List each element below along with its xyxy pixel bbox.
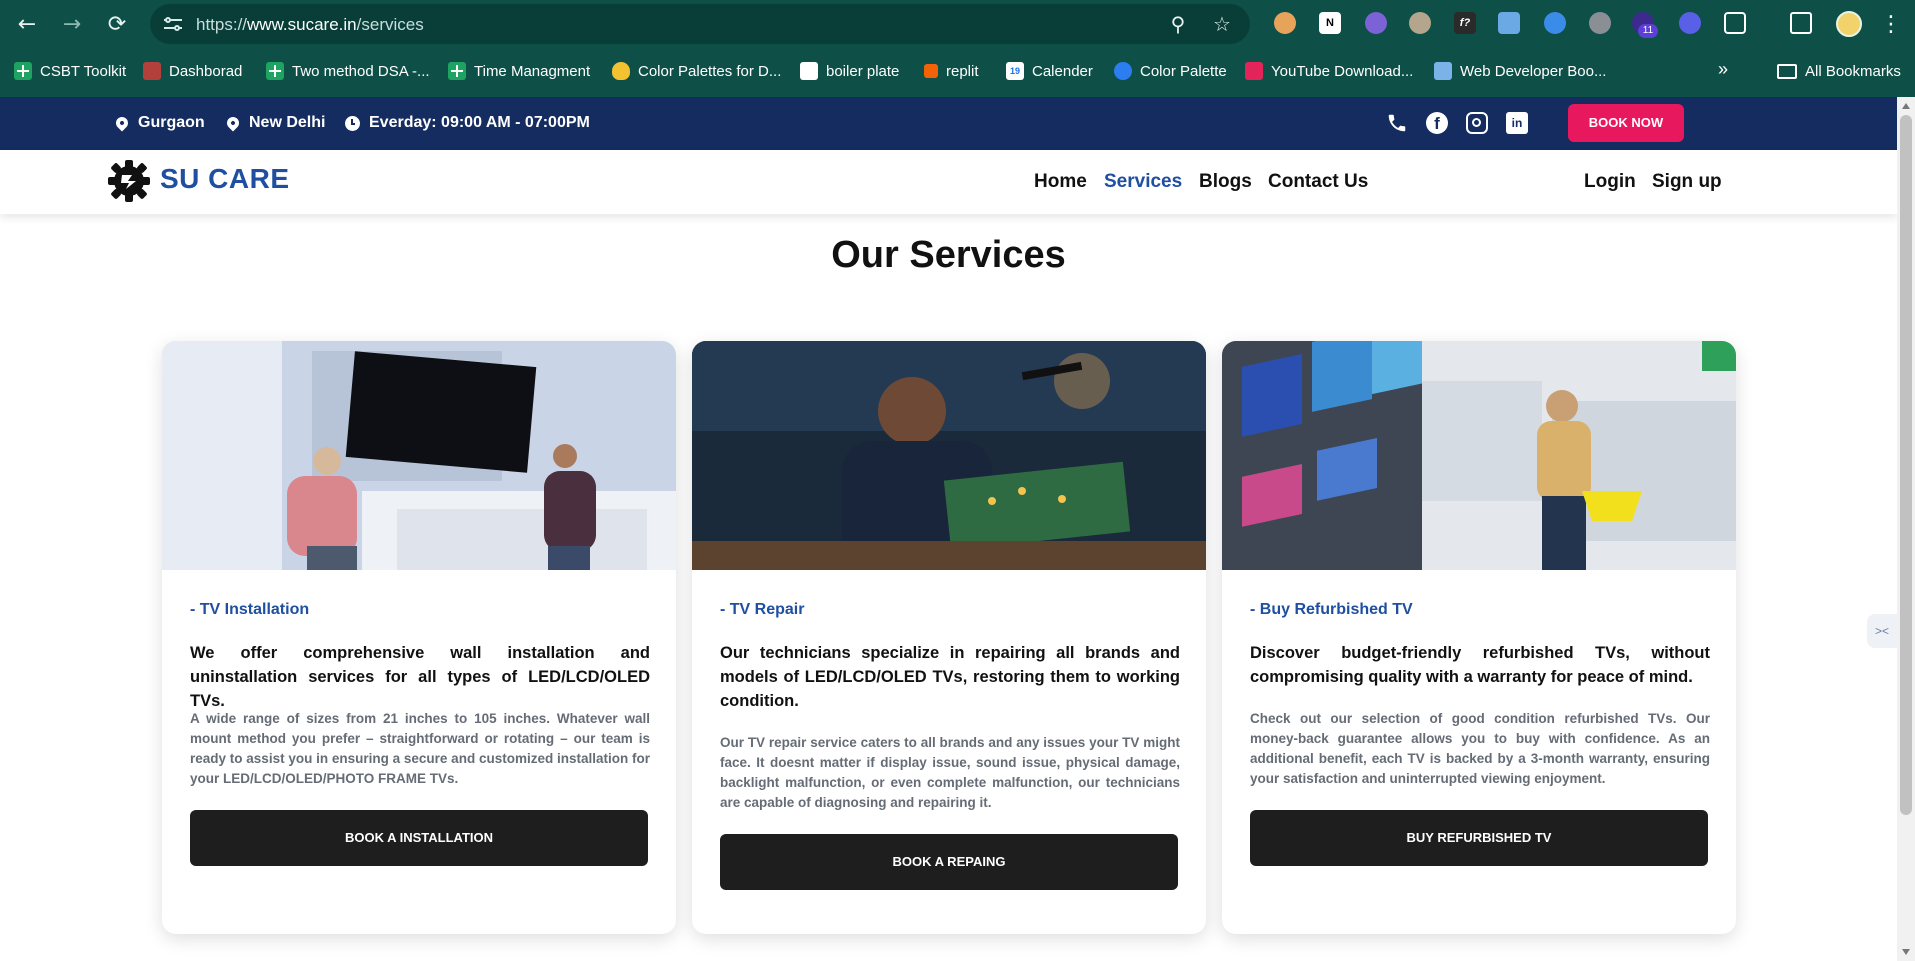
color-icon	[1114, 62, 1132, 80]
location-new-delhi: New Delhi	[224, 114, 325, 132]
bookmark-item[interactable]: replit	[924, 60, 979, 82]
login-link[interactable]: Login	[1584, 171, 1636, 193]
service-headline: Discover budget-friendly refurbished TVs…	[1250, 644, 1710, 686]
brand-name[interactable]: SU CARE	[160, 163, 290, 195]
tv-installation-image	[162, 341, 676, 570]
bookmarks-bar: CSBT Toolkit Dashborad Two method DSA -.…	[0, 50, 1915, 90]
service-headline: We offer comprehensive wall installation…	[190, 644, 650, 710]
bookmark-item[interactable]: Color Palette	[1114, 60, 1227, 82]
tv-repair-image	[692, 341, 1206, 570]
linkedin-icon[interactable]: in	[1506, 112, 1528, 134]
folder-icon	[1777, 63, 1797, 79]
address-row: ← → ⟳ https://www.sucare.in/services ⚲ ☆…	[0, 0, 1915, 48]
location-pin-icon	[113, 114, 131, 132]
extension-compass-icon[interactable]	[1544, 12, 1566, 34]
laptop-icon	[1434, 62, 1452, 80]
palette-icon	[612, 62, 630, 80]
bookmark-item[interactable]: boiler plate	[800, 60, 899, 82]
extension-owl-icon[interactable]	[1274, 12, 1296, 34]
sheets-icon	[14, 62, 32, 80]
sheets-icon	[448, 62, 466, 80]
bookmark-item[interactable]: YouTube Download...	[1245, 60, 1413, 82]
profile-avatar[interactable]	[1836, 11, 1862, 37]
nav-home[interactable]: Home	[1034, 171, 1087, 193]
fx-extension-icon[interactable]: f?	[1454, 12, 1476, 34]
app-icon	[143, 62, 161, 80]
floating-widget-icon[interactable]: ><	[1867, 614, 1897, 648]
browser-toolbar: ← → ⟳ https://www.sucare.in/services ⚲ ☆…	[0, 0, 1915, 97]
zoom-icon[interactable]: ⚲	[1166, 12, 1190, 36]
bookmark-item[interactable]: Dashborad	[143, 60, 242, 82]
clock-icon	[345, 115, 360, 131]
bookmark-item[interactable]: Web Developer Boo...	[1434, 60, 1606, 82]
book-installation-button[interactable]: BOOK A INSTALLATION	[190, 810, 648, 866]
replit-icon	[924, 64, 938, 78]
scroll-down-arrow[interactable]	[1902, 949, 1910, 955]
book-now-button[interactable]: BOOK NOW	[1568, 104, 1684, 142]
signup-link[interactable]: Sign up	[1652, 171, 1722, 193]
scroll-thumb[interactable]	[1900, 115, 1912, 815]
sheets-icon	[266, 62, 284, 80]
nav-contact-us[interactable]: Contact Us	[1268, 171, 1368, 193]
instagram-icon[interactable]	[1466, 112, 1488, 134]
all-bookmarks[interactable]: All Bookmarks	[1777, 60, 1901, 82]
buy-refurbished-button[interactable]: BUY REFURBISHED TV	[1250, 810, 1708, 866]
service-tag: - TV Repair	[720, 601, 805, 618]
site-settings-icon[interactable]	[164, 15, 182, 33]
page-title: Our Services	[831, 234, 1066, 276]
extension-drop-icon[interactable]	[1679, 12, 1701, 34]
service-tag: - TV Installation	[190, 601, 310, 618]
notion-extension-icon[interactable]: N	[1319, 12, 1341, 34]
nav-services[interactable]: Services	[1104, 171, 1182, 193]
bookmark-item[interactable]: Two method DSA -...	[266, 60, 430, 82]
service-card-repair: - TV Repair Our technicians specialize i…	[692, 341, 1206, 934]
logo-gear-icon[interactable]	[106, 158, 152, 204]
nav-blogs[interactable]: Blogs	[1199, 171, 1252, 193]
download-icon	[1245, 62, 1263, 80]
side-panel-icon[interactable]	[1790, 12, 1812, 34]
service-description: Check out our selection of good conditio…	[1250, 711, 1710, 786]
service-tag: - Buy Refurbished TV	[1250, 601, 1413, 618]
url-text[interactable]: https://www.sucare.in/services	[196, 15, 424, 35]
service-headline: Our technicians specialize in repairing …	[720, 644, 1180, 710]
extension-badge: 11	[1638, 24, 1658, 38]
bookmark-item[interactable]: CSBT Toolkit	[14, 60, 126, 82]
facebook-icon[interactable]: f	[1426, 112, 1448, 134]
location-gurgaon: Gurgaon	[113, 114, 205, 132]
location-pin-icon	[224, 114, 242, 132]
refurbished-tv-image	[1222, 341, 1736, 570]
service-description: Our TV repair service caters to all bran…	[720, 735, 1180, 810]
service-card-refurbished: - Buy Refurbished TV Discover budget-fri…	[1222, 341, 1736, 934]
service-description: A wide range of sizes from 21 inches to …	[190, 711, 650, 786]
reload-icon[interactable]: ⟳	[102, 10, 132, 40]
bookmark-item[interactable]: Color Palettes for D...	[612, 60, 781, 82]
browser-menu-icon[interactable]: ⋮	[1880, 9, 1902, 39]
bookmark-item[interactable]: 19 Calender	[1006, 60, 1093, 82]
extension-globe-icon[interactable]	[1365, 12, 1387, 34]
bookmarks-overflow-icon[interactable]: »	[1718, 58, 1728, 80]
page-scrollbar[interactable]	[1897, 97, 1915, 961]
calendar-icon: 19	[1006, 62, 1024, 80]
notion-icon	[800, 62, 818, 80]
extensions-puzzle-icon[interactable]	[1724, 12, 1746, 34]
book-repair-button[interactable]: BOOK A REPAING	[720, 834, 1178, 890]
phone-icon[interactable]	[1386, 112, 1408, 134]
business-hours: Everday: 09:00 AM - 07:00PM	[345, 114, 590, 132]
scroll-up-arrow[interactable]	[1902, 103, 1910, 109]
bookmark-star-icon[interactable]: ☆	[1210, 12, 1234, 36]
extension-moon-icon[interactable]	[1589, 12, 1611, 34]
forward-icon[interactable]: →	[57, 10, 87, 40]
bookmark-item[interactable]: Time Managment	[448, 60, 590, 82]
address-bar[interactable]: https://www.sucare.in/services ⚲ ☆	[150, 4, 1250, 44]
back-icon[interactable]: ←	[12, 10, 42, 40]
service-card-installation: - TV Installation We offer comprehensive…	[162, 341, 676, 934]
extension-elephant-icon[interactable]	[1409, 12, 1431, 34]
extension-pen-icon[interactable]	[1498, 12, 1520, 34]
